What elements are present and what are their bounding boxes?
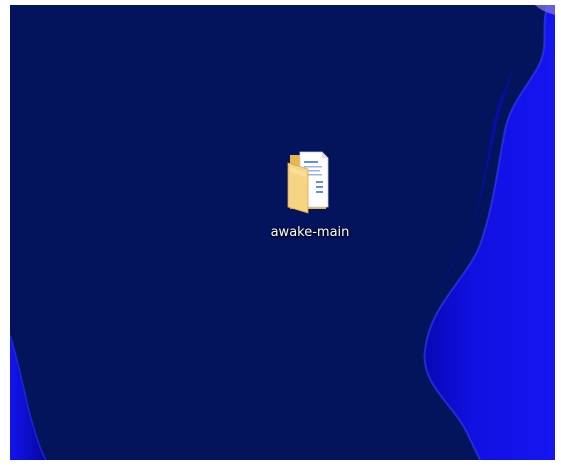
folder-icon-graphic: [287, 151, 329, 214]
screen: awake-main: [0, 0, 561, 467]
desktop-icon-label[interactable]: awake-main: [271, 225, 350, 241]
desktop[interactable]: awake-main: [10, 5, 555, 460]
desktop-icon-awake-main[interactable]: awake-main: [266, 145, 354, 245]
folder-icon[interactable]: [284, 145, 336, 217]
